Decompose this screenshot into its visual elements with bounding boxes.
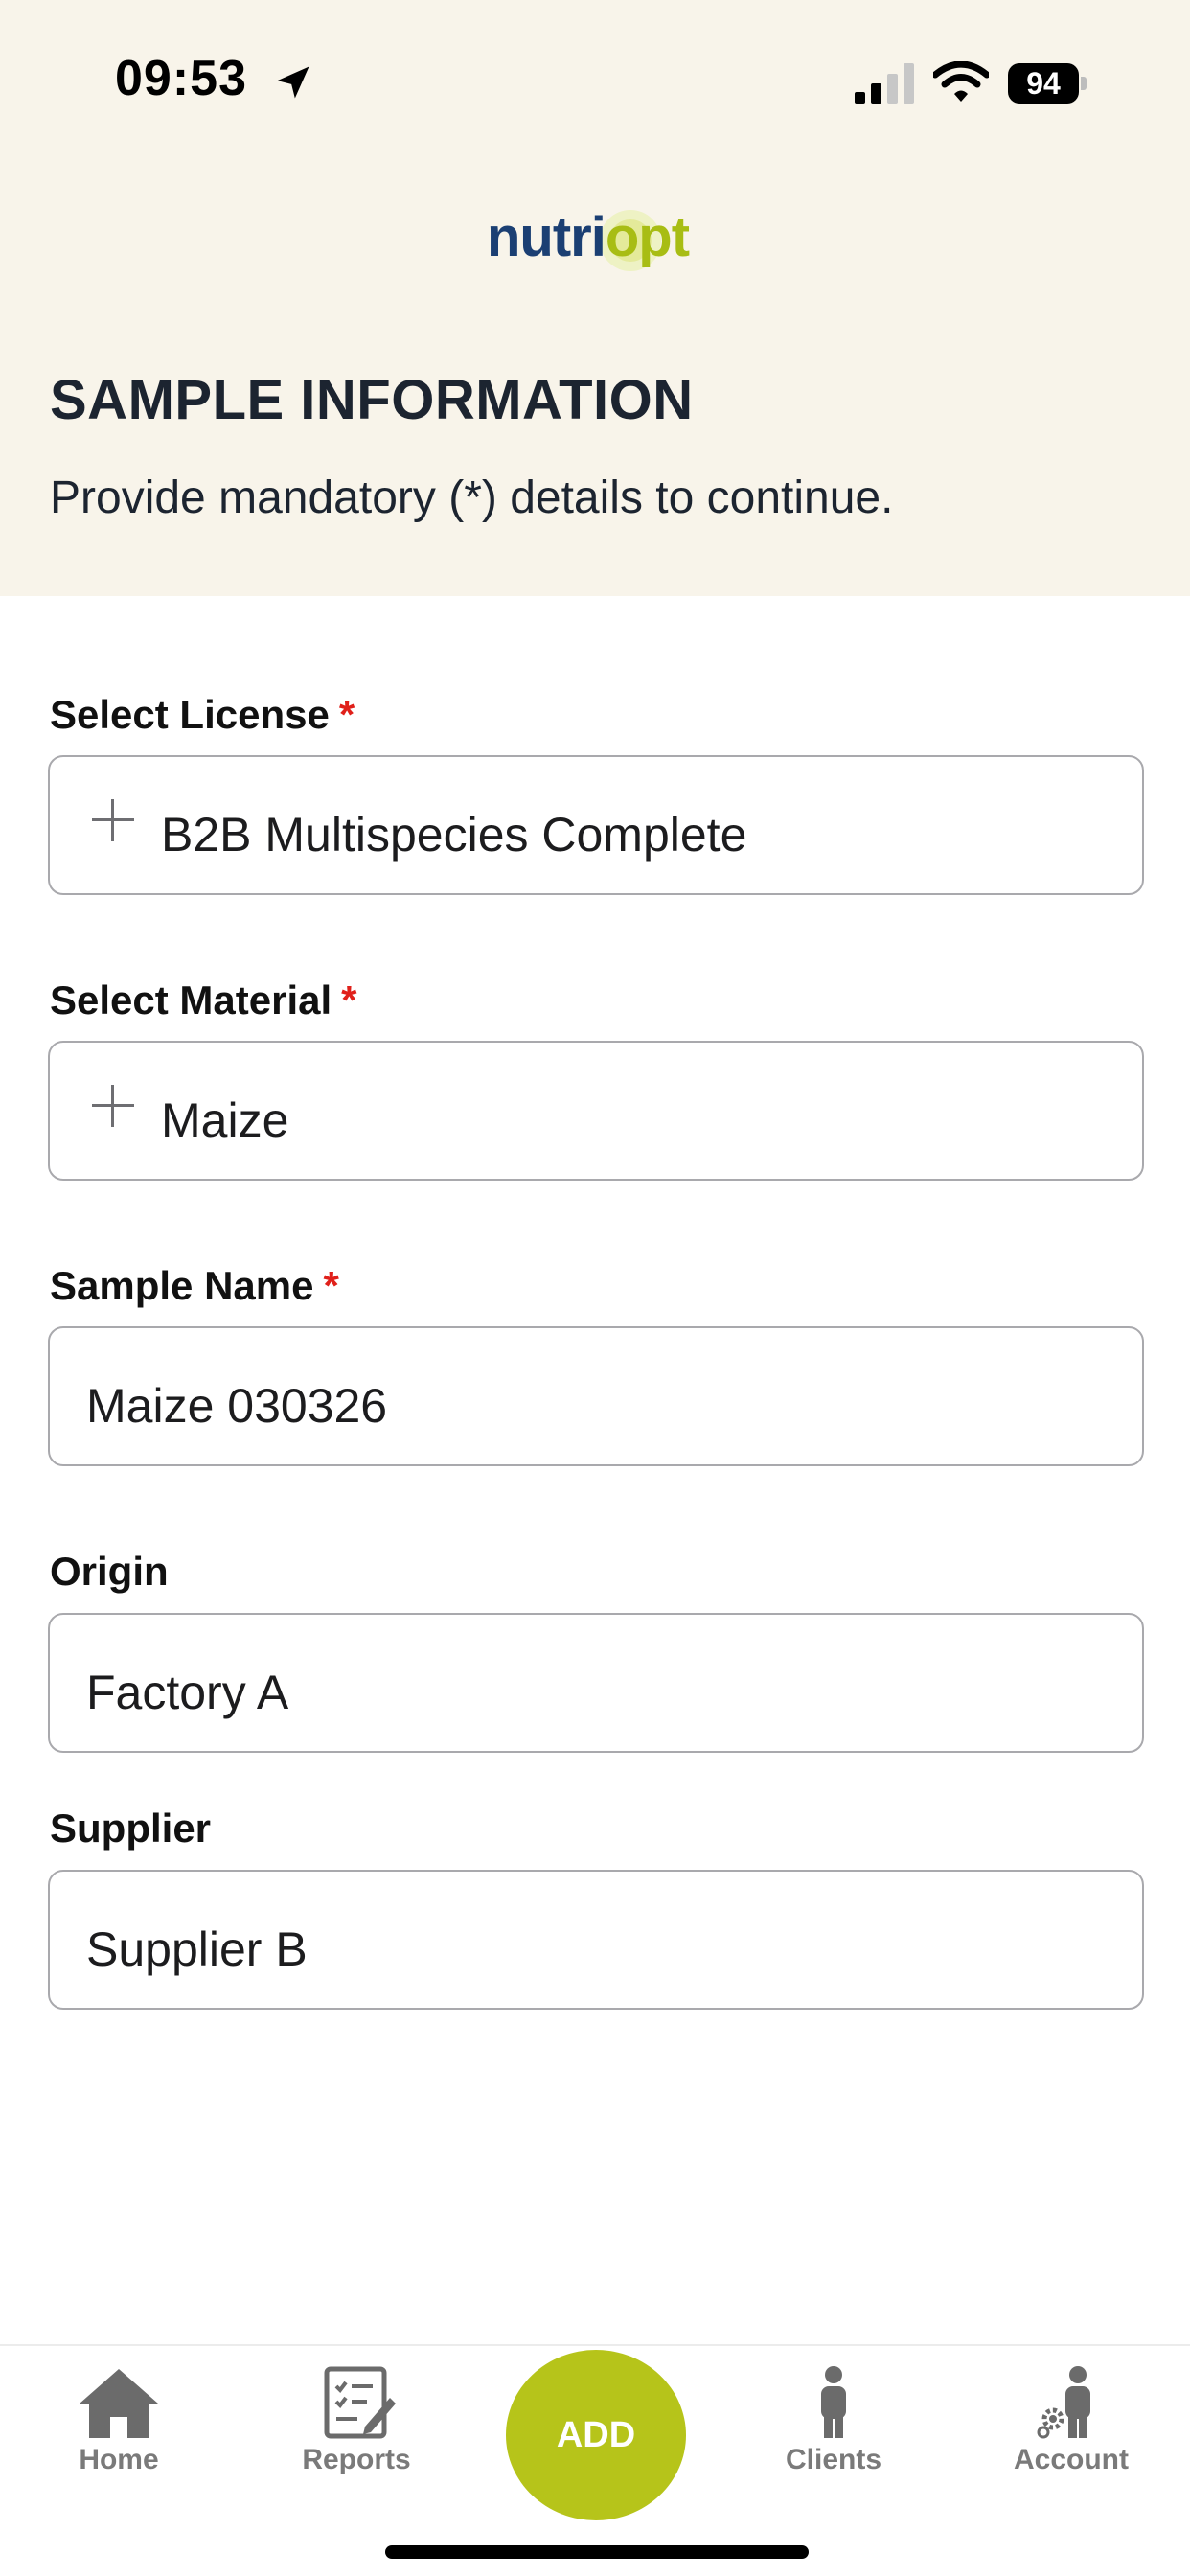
plus-icon — [90, 797, 136, 843]
required-marker: * — [338, 692, 355, 737]
page-title: SAMPLE INFORMATION — [50, 369, 694, 431]
tab-account-label: Account — [1014, 2444, 1129, 2475]
supplier-input[interactable]: Supplier B — [48, 1870, 1144, 2010]
logo-wordmark: nutriopt — [487, 205, 690, 269]
license-label: Select License * — [50, 692, 355, 738]
tab-clients-label: Clients — [785, 2444, 882, 2475]
logo-text-main: nutri — [487, 206, 606, 268]
tab-reports-label: Reports — [302, 2444, 411, 2475]
plus-icon — [90, 1083, 136, 1129]
required-marker: * — [341, 978, 357, 1023]
logo-text-accent: opt — [605, 206, 690, 268]
nutriopt-logo: nutriopt — [487, 201, 707, 278]
tab-home-label: Home — [79, 2444, 159, 2475]
sample-name-value: Maize 030326 — [86, 1379, 388, 1433]
material-label: Select Material * — [50, 978, 357, 1024]
battery-cap — [1081, 77, 1087, 90]
location-arrow-icon — [277, 66, 309, 99]
battery-level: 94 — [1008, 63, 1079, 104]
tab-account[interactable]: Account — [975, 2365, 1167, 2509]
cellular-signal-icon — [855, 63, 914, 104]
origin-input[interactable]: Factory A — [48, 1613, 1144, 1753]
material-value: Maize — [161, 1093, 289, 1147]
sample-name-label: Sample Name * — [50, 1263, 339, 1309]
license-label-text: Select License — [50, 692, 330, 737]
license-value: B2B Multispecies Complete — [161, 808, 747, 862]
wifi-icon — [933, 61, 989, 102]
required-marker: * — [323, 1263, 339, 1308]
reports-icon — [324, 2366, 396, 2439]
home-icon — [80, 2369, 158, 2438]
select-material-field[interactable]: Maize — [48, 1041, 1144, 1181]
supplier-value: Supplier B — [86, 1922, 308, 1976]
origin-value: Factory A — [86, 1666, 289, 1719]
add-button[interactable]: ADD — [506, 2350, 686, 2520]
page-subtitle: Provide mandatory (*) details to continu… — [50, 472, 894, 523]
status-bar: 09:53 94 — [0, 0, 1190, 163]
account-settings-icon — [1037, 2366, 1090, 2439]
supplier-label: Supplier — [50, 1806, 212, 1851]
home-indicator — [385, 2545, 809, 2559]
tab-clients[interactable]: Clients — [738, 2365, 929, 2509]
tab-home[interactable]: Home — [23, 2365, 215, 2509]
status-time: 09:53 — [115, 51, 247, 106]
sample-name-label-text: Sample Name — [50, 1263, 314, 1308]
battery-icon: 94 — [1008, 63, 1087, 104]
origin-label: Origin — [50, 1549, 169, 1594]
select-license-field[interactable]: B2B Multispecies Complete — [48, 755, 1144, 895]
person-icon — [821, 2366, 846, 2438]
tab-reports[interactable]: Reports — [261, 2365, 452, 2509]
bottom-tab-bar: Home Reports ADD Clients Account — [0, 2344, 1190, 2576]
material-label-text: Select Material — [50, 978, 332, 1023]
sample-name-input[interactable]: Maize 030326 — [48, 1326, 1144, 1466]
